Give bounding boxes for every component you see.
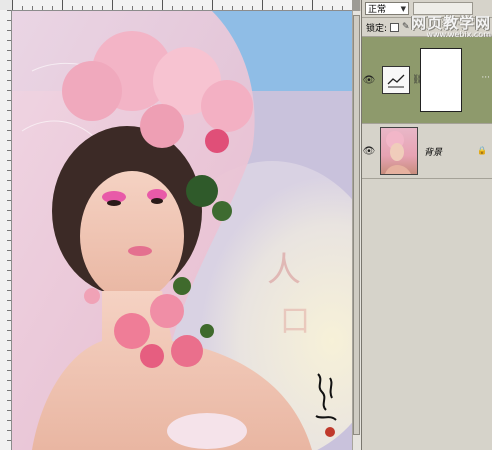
layers-panel: 正常 ▼ 锁定: ✎ 网页教学网 www.webjx.com 👁 ⛓ ··· 👁 bbox=[361, 0, 492, 450]
layer-row-adjustment[interactable]: 👁 ⛓ ··· bbox=[362, 37, 492, 124]
layer-row-background[interactable]: 👁 背景 🔒 bbox=[362, 124, 492, 179]
scrollbar-thumb[interactable] bbox=[353, 15, 360, 435]
horizontal-ruler[interactable] bbox=[12, 0, 352, 11]
lock-row: 锁定: ✎ 网页教学网 www.webjx.com bbox=[362, 14, 492, 39]
artist-signature bbox=[315, 373, 337, 437]
eye-icon[interactable]: 👁 bbox=[362, 146, 376, 157]
portrait-photo: 人 口 bbox=[12, 11, 352, 450]
layer-name[interactable]: 背景 bbox=[424, 145, 442, 158]
svg-text:口: 口 bbox=[280, 304, 310, 339]
lock-transparency-checkbox[interactable] bbox=[390, 22, 400, 32]
layer-thumbnail[interactable] bbox=[380, 127, 418, 175]
document-canvas-area: 人 口 bbox=[0, 0, 361, 450]
vertical-ruler[interactable] bbox=[0, 10, 12, 450]
chevron-down-icon: ▼ bbox=[400, 4, 406, 13]
blend-mode-select[interactable]: 正常 ▼ bbox=[365, 2, 409, 15]
lock-icon: 🔒 bbox=[477, 146, 487, 155]
lock-label: 锁定: bbox=[366, 23, 388, 34]
brush-icon[interactable]: ✎ bbox=[402, 22, 410, 32]
more-icon: ··· bbox=[481, 73, 490, 83]
vertical-scrollbar[interactable] bbox=[352, 11, 361, 450]
watermark: 网页教学网 www.webjx.com bbox=[411, 12, 491, 39]
blend-mode-value: 正常 bbox=[368, 5, 387, 15]
eye-icon[interactable]: 👁 bbox=[362, 75, 376, 86]
svg-text:人: 人 bbox=[267, 250, 301, 290]
chain-link-icon[interactable]: ⛓ bbox=[412, 75, 423, 85]
layer-mask-thumbnail[interactable] bbox=[420, 48, 462, 112]
curves-icon[interactable] bbox=[382, 66, 410, 94]
document-image[interactable]: 人 口 bbox=[12, 11, 352, 450]
